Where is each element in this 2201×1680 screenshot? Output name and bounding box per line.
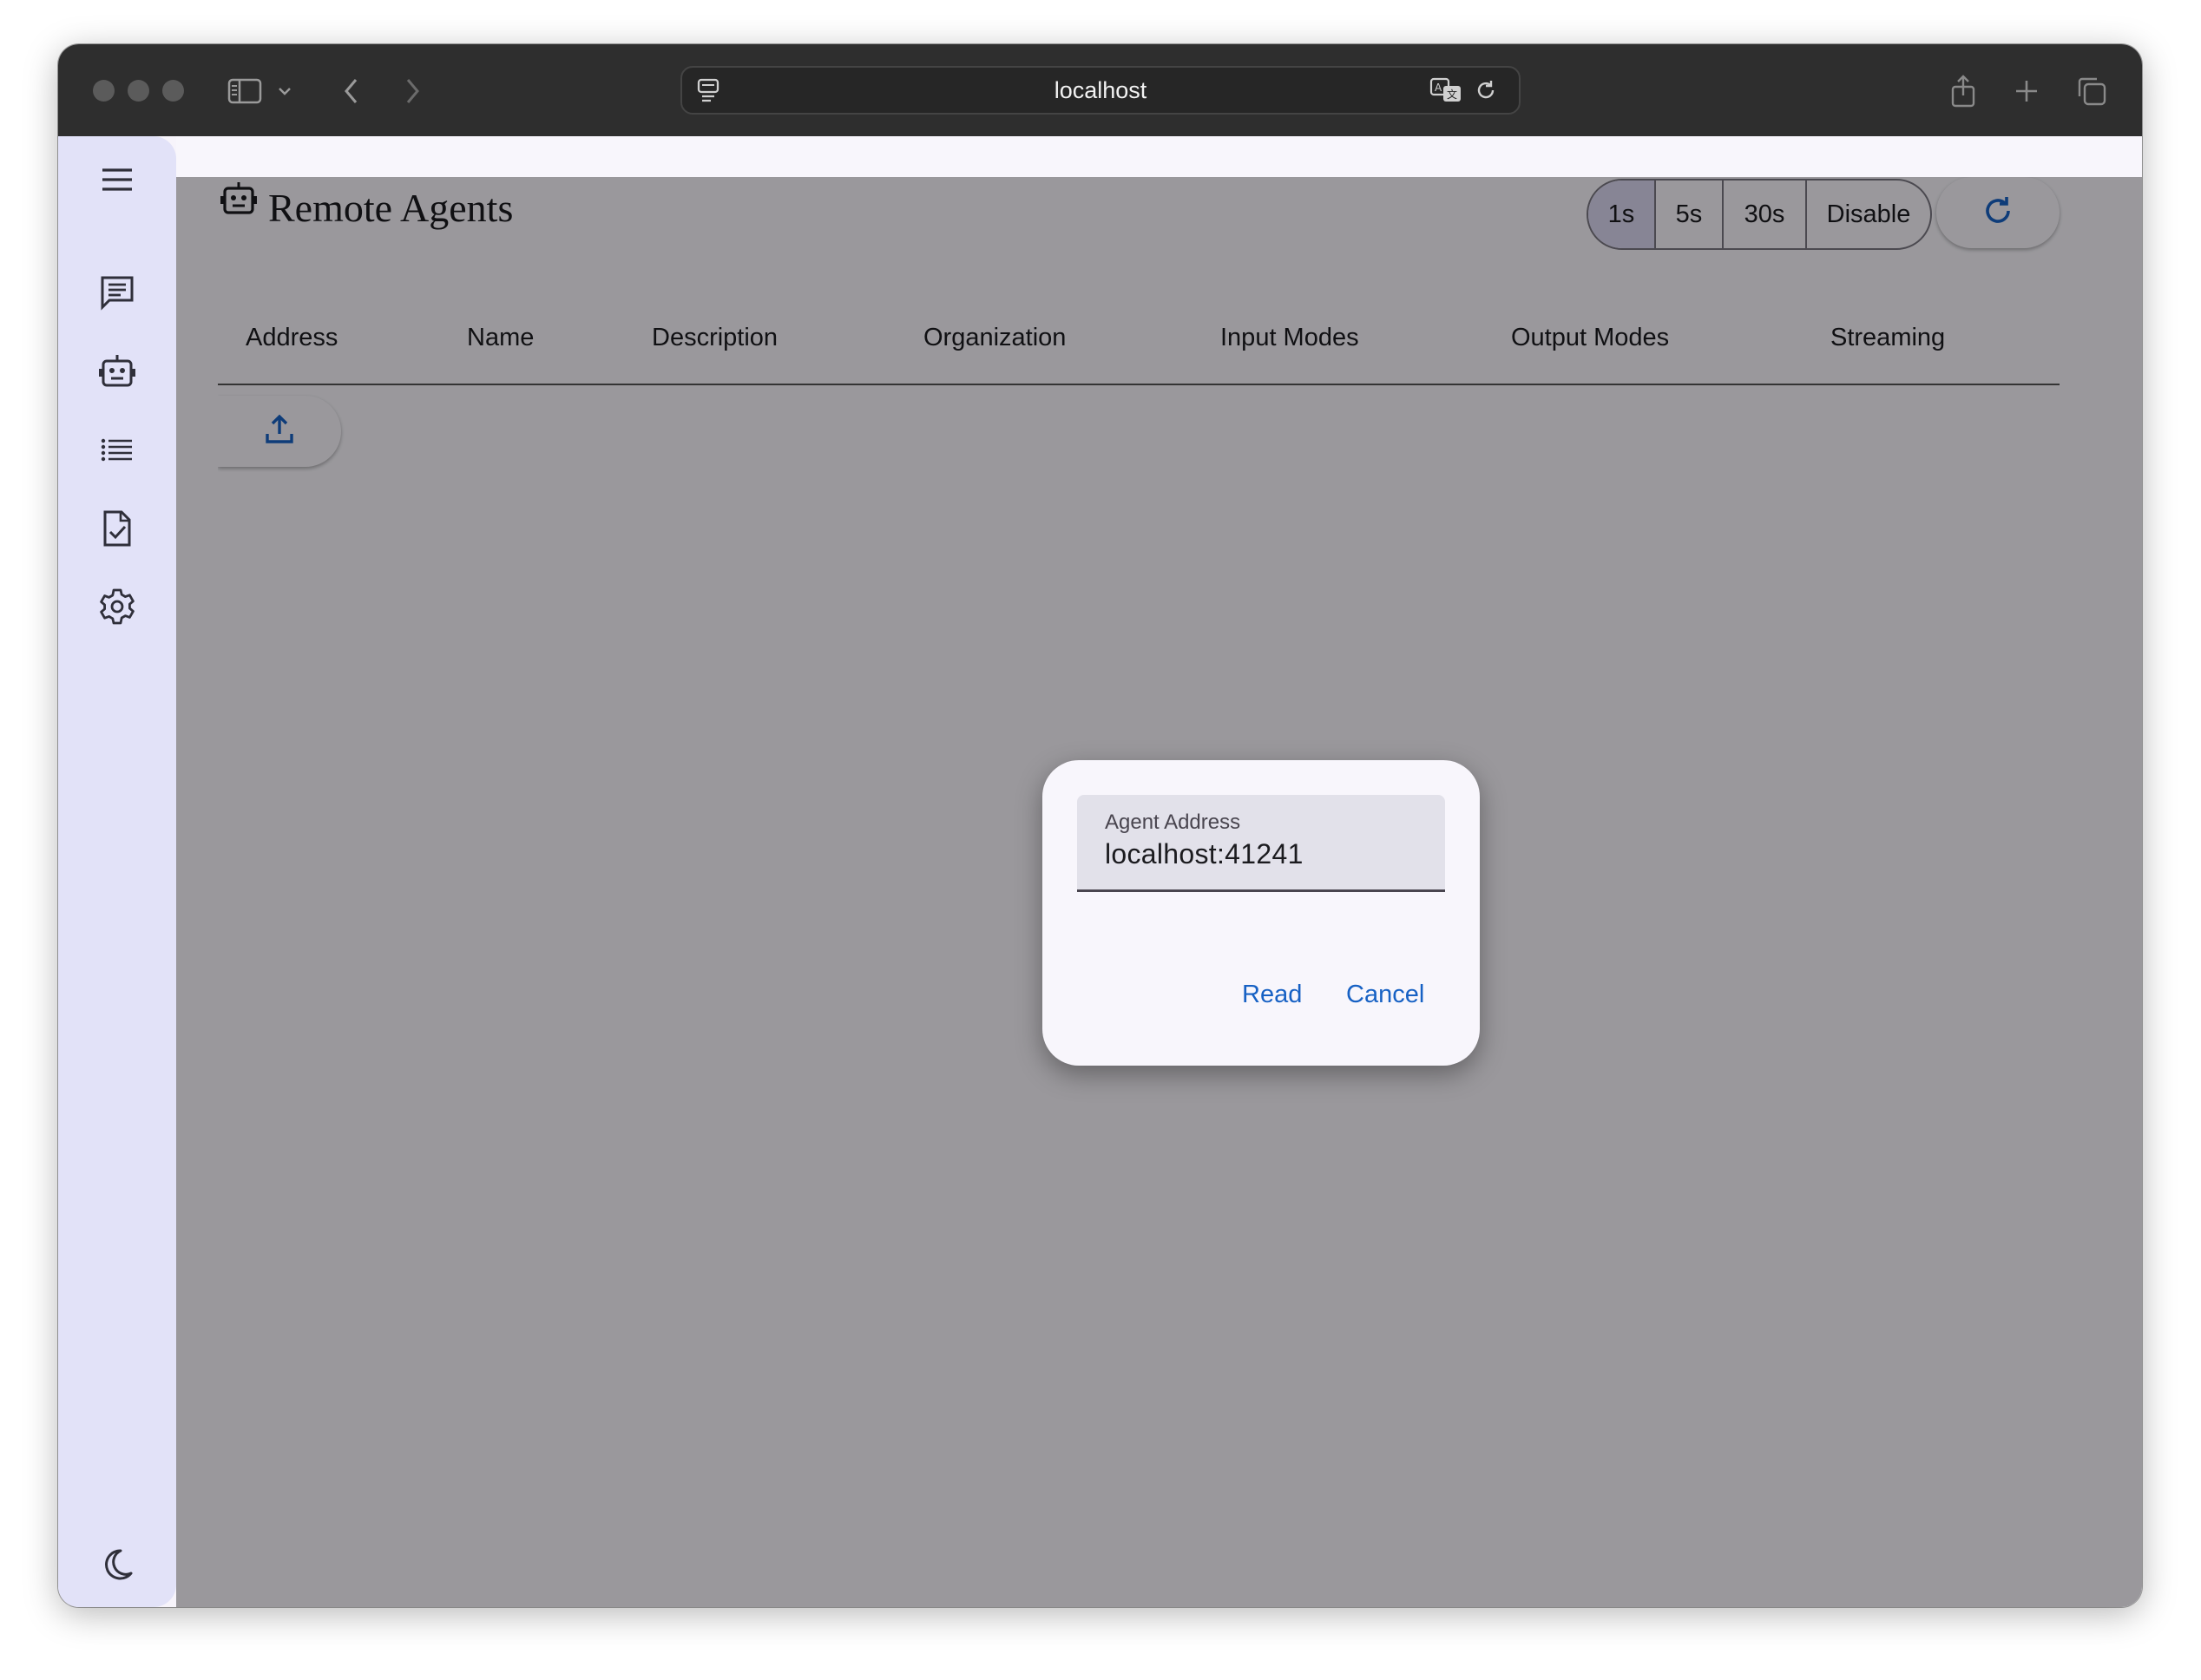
tabs-overview-icon[interactable]: [2074, 74, 2109, 108]
agent-address-label: Agent Address: [1105, 810, 1241, 834]
cancel-button[interactable]: Cancel: [1346, 970, 1424, 1019]
settings-icon: [98, 587, 136, 630]
sidebar-item-agents[interactable]: [91, 347, 143, 399]
sidebar-toggle-icon[interactable]: [227, 74, 262, 108]
agent-address-field[interactable]: Agent Address localhost:41241: [1077, 795, 1445, 892]
sidebar-item-tasks[interactable]: [91, 504, 143, 556]
dark-mode-icon: [100, 1547, 135, 1586]
sidebar-item-event-list[interactable]: [91, 426, 143, 478]
forward-icon[interactable]: [395, 74, 430, 108]
reload-icon[interactable]: [1468, 73, 1503, 108]
menu-icon: [100, 167, 135, 197]
chat-icon: [99, 274, 135, 315]
chevron-down-icon[interactable]: [276, 74, 293, 108]
agent-address-input[interactable]: localhost:41241: [1105, 838, 1304, 870]
url-text: localhost: [1054, 76, 1147, 103]
robot-icon: [98, 353, 136, 394]
task-icon: [102, 509, 133, 552]
browser-window: localhost A文 Remote Agents 1s 5s 30s Dis…: [58, 44, 2142, 1607]
theme-toggle-button[interactable]: [91, 1540, 143, 1592]
menu-button[interactable]: [91, 155, 143, 207]
minimize-window-button[interactable]: [128, 80, 149, 102]
nav-rail: [58, 136, 176, 1607]
browser-toolbar: localhost A文: [58, 44, 2142, 136]
share-icon[interactable]: [1946, 74, 1981, 108]
agent-address-dialog: Agent Address localhost:41241 Read Cance…: [1042, 760, 1480, 1066]
sidebar-item-settings[interactable]: [91, 582, 143, 634]
read-button[interactable]: Read: [1242, 970, 1302, 1019]
address-bar[interactable]: localhost A文: [680, 66, 1521, 115]
translate-icon[interactable]: A文: [1429, 73, 1463, 108]
zoom-window-button[interactable]: [162, 80, 184, 102]
sidebar-item-conversations[interactable]: [91, 268, 143, 320]
svg-text:文: 文: [1447, 88, 1457, 101]
new-tab-icon[interactable]: [2009, 74, 2044, 108]
list-icon: [100, 436, 135, 469]
close-window-button[interactable]: [93, 80, 115, 102]
svg-text:A: A: [1435, 82, 1442, 94]
back-icon[interactable]: [334, 74, 369, 108]
